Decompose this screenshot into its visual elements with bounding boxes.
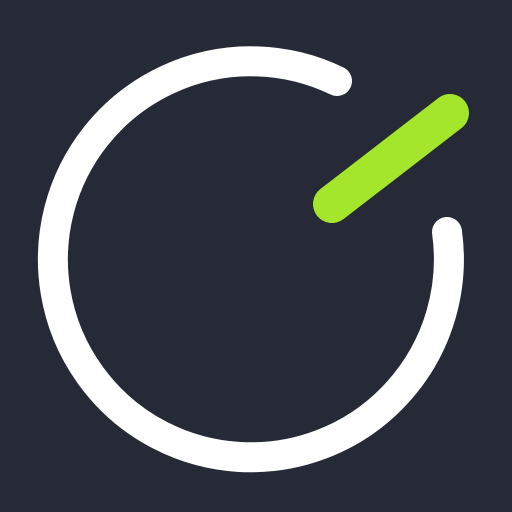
app-icon-canvas xyxy=(0,0,512,512)
timer-logo-icon xyxy=(0,0,512,512)
